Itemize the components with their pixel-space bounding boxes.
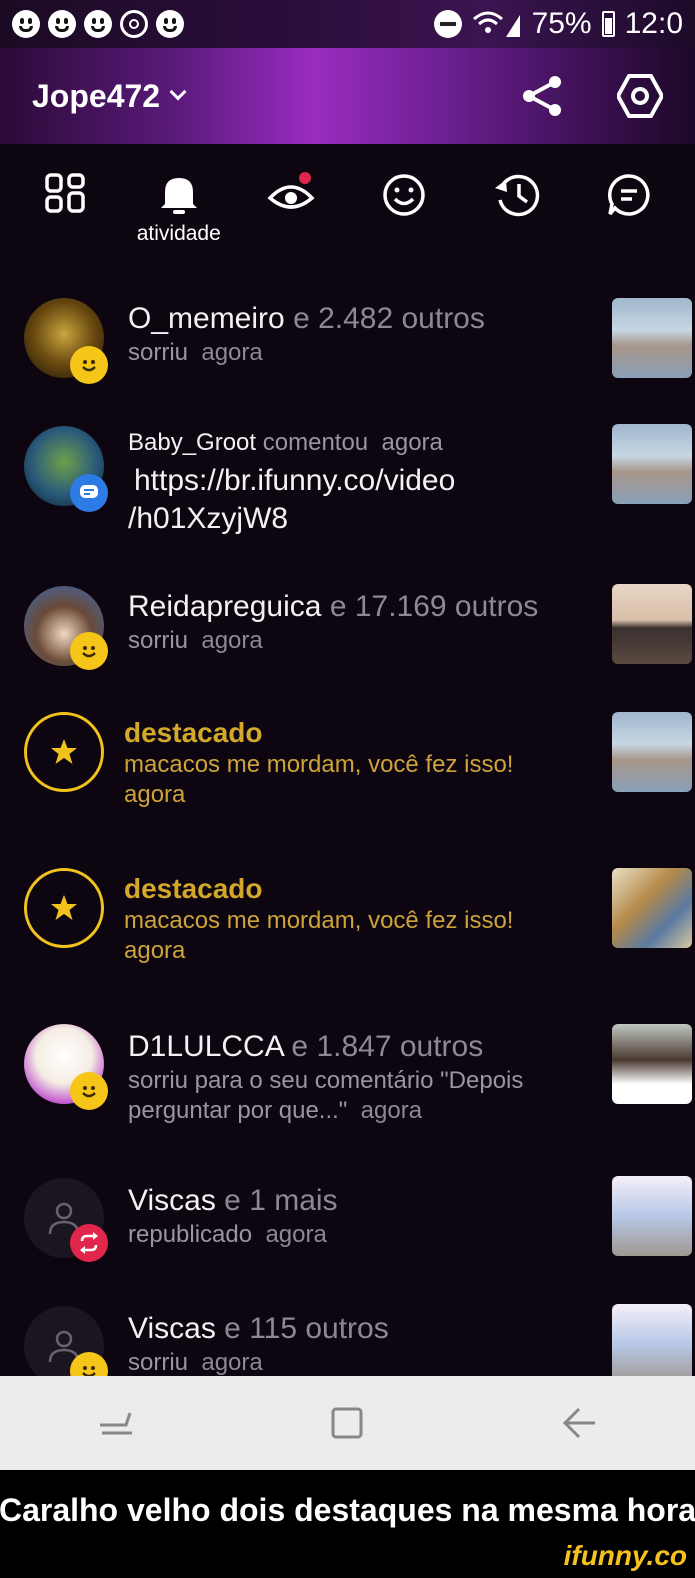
timestamp: agora [201,627,263,654]
list-item[interactable]: D1LULCCA e 1.847 outros sorriu para o se… [0,1024,695,1154]
username-dropdown[interactable]: Jope472 [32,78,160,115]
featured-star-icon [24,712,104,792]
post-thumbnail[interactable] [612,712,692,792]
post-thumbnail[interactable] [612,868,692,948]
timestamp: agora [124,781,186,808]
system-nav-bar [0,1376,695,1470]
username-link[interactable]: D1LULCCA [128,1030,283,1063]
smiley-icon [383,174,425,216]
wifi-signal-icon [472,11,520,37]
list-item[interactable]: Reidapreguica e 17.169 outros sorriu ago… [0,584,695,684]
activity-feed: O_memeiro e 2.482 outros sorriu agora Ba… [0,256,695,1376]
recent-apps-icon[interactable] [96,1403,136,1443]
smiley-icon [12,10,40,38]
list-item[interactable]: Viscas e 115 outros sorriu agora [0,1304,695,1376]
others-count: e 1.847 outros [291,1030,484,1063]
settings-icon[interactable] [617,73,663,119]
tab-activity[interactable]: atividade [129,144,229,256]
timestamp: agora [201,1349,263,1376]
post-thumbnail[interactable] [612,1304,692,1376]
smiley-icon [48,10,76,38]
timestamp: agora [360,1097,423,1124]
action-text: perguntar por que..." [128,1097,348,1124]
smile-badge-icon [70,632,108,670]
username-link[interactable]: Baby_Groot [128,429,256,456]
username-link[interactable]: Viscas [128,1184,216,1217]
smiley-icon [84,10,112,38]
timestamp: agora [201,339,263,366]
comment-badge-icon [70,474,108,512]
post-thumbnail[interactable] [612,1024,692,1104]
timestamp: agora [124,937,186,964]
tab-views[interactable] [241,144,341,256]
bell-icon [160,178,197,214]
history-icon [495,174,540,217]
ifunny-watermark: ifunny.co [563,1540,687,1571]
activity-tabs: atividade [0,144,695,256]
featured-title: destacado [124,717,263,748]
home-icon[interactable] [327,1403,367,1443]
list-item[interactable]: Viscas e 1 mais republicado agora [0,1176,695,1276]
list-item[interactable]: Baby_Groot comentou agora https://br.ifu… [0,424,695,554]
action-text: sorriu [128,339,189,366]
status-bar: 75% 12:0 [0,0,695,48]
tab-smiles[interactable] [354,144,454,256]
whatsapp-icon [120,10,148,38]
notification-icons [12,10,184,38]
featured-star-icon [24,868,104,948]
comment-link-line1[interactable]: https://br.ifunny.co/video [128,462,595,500]
battery-percent: 75% [531,7,592,40]
tab-history[interactable] [466,144,566,256]
post-thumbnail[interactable] [612,298,692,378]
smile-badge-icon [70,346,108,384]
others-count: e 1 mais [224,1184,338,1217]
chevron-down-icon[interactable] [169,83,187,101]
comment-link-line2[interactable]: /h01XzyjW8 [128,500,595,538]
tab-label-activity: atividade [136,222,221,245]
chat-icon [607,174,650,216]
featured-text: macacos me mordam, você fez isso! [124,907,514,934]
back-icon[interactable] [559,1403,599,1443]
smile-badge-icon [70,1072,108,1110]
action-text: republicado [128,1221,253,1248]
action-text: sorriu para o seu comentário "Depois [128,1067,524,1094]
others-count: e 2.482 outros [293,302,485,335]
grid-icon [45,173,85,213]
post-thumbnail[interactable] [612,584,692,664]
clock: 12:0 [624,7,683,40]
meme-caption: Caralho velho dois destaques na mesma ho… [0,1470,695,1550]
share-icon[interactable] [521,74,565,118]
republish-badge-icon [70,1224,108,1262]
smiley-icon [156,10,184,38]
eye-icon [267,172,315,209]
tab-grid[interactable] [16,144,116,256]
others-count: e 17.169 outros [329,590,539,623]
username-link[interactable]: O_memeiro [128,302,285,335]
list-item[interactable]: O_memeiro e 2.482 outros sorriu agora [0,298,695,398]
list-item[interactable]: destacado macacos me mordam, você fez is… [0,868,695,978]
timestamp: agora [265,1221,327,1248]
username-link[interactable]: Reidapreguica [128,590,321,623]
featured-title: destacado [124,873,263,904]
action-text: sorriu [128,1349,189,1376]
username-link[interactable]: Viscas [128,1312,216,1345]
timestamp: agora [381,429,443,456]
post-thumbnail[interactable] [612,424,692,504]
do-not-disturb-icon [433,10,462,38]
app-header: Jope472 [0,48,695,144]
action-text: sorriu [128,627,189,654]
action-text: comentou [262,429,369,456]
featured-text: macacos me mordam, você fez isso! [124,751,514,778]
list-item[interactable]: destacado macacos me mordam, você fez is… [0,712,695,822]
others-count: e 115 outros [224,1312,389,1345]
battery-icon [601,11,615,37]
post-thumbnail[interactable] [612,1176,692,1256]
tab-comments[interactable] [579,144,679,256]
